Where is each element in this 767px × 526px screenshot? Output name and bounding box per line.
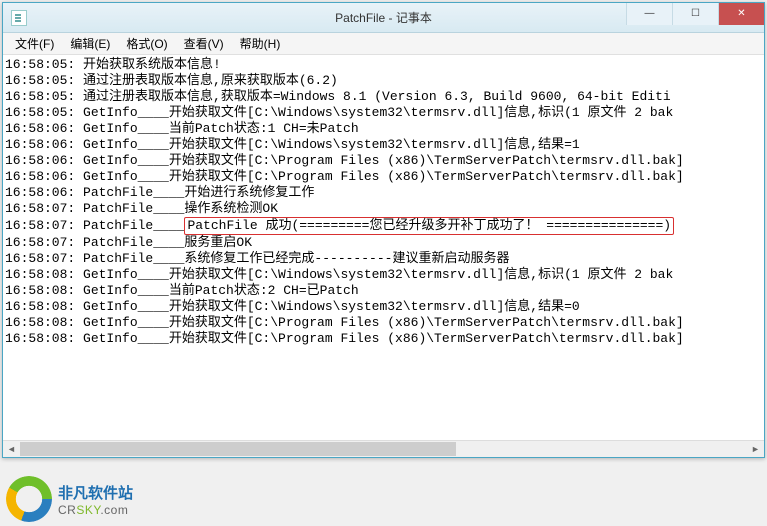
log-line: 16:58:08: GetInfo____开始获取文件[C:\Program F… <box>5 331 762 347</box>
logo-swirl-icon <box>6 476 52 522</box>
close-button[interactable]: ✕ <box>718 3 764 25</box>
notepad-window: PatchFile - 记事本 — ☐ ✕ 文件(F) 编辑(E) 格式(O) … <box>2 2 765 458</box>
scroll-thumb[interactable] <box>20 442 456 456</box>
watermark-logo: 非凡软件站 CRSKY.com <box>6 476 133 522</box>
log-line: 16:58:05: 开始获取系统版本信息! <box>5 57 762 73</box>
log-line: 16:58:06: PatchFile____开始进行系统修复工作 <box>5 185 762 201</box>
menu-bar: 文件(F) 编辑(E) 格式(O) 查看(V) 帮助(H) <box>3 33 764 55</box>
log-line-highlight: 16:58:07: PatchFile____PatchFile 成功(====… <box>5 217 762 235</box>
log-line: 16:58:05: 通过注册表取版本信息,原来获取版本(6.2) <box>5 73 762 89</box>
logo-cn: 非凡软件站 <box>58 482 133 503</box>
log-line: 16:58:05: GetInfo____开始获取文件[C:\Windows\s… <box>5 105 762 121</box>
log-line: 16:58:06: GetInfo____当前Patch状态:1 CH=未Pat… <box>5 121 762 137</box>
scroll-track[interactable] <box>20 441 747 457</box>
title-bar[interactable]: PatchFile - 记事本 — ☐ ✕ <box>3 3 764 33</box>
log-line: 16:58:06: GetInfo____开始获取文件[C:\Program F… <box>5 169 762 185</box>
text-content[interactable]: 16:58:05: 开始获取系统版本信息!16:58:05: 通过注册表取版本信… <box>3 55 764 440</box>
menu-edit[interactable]: 编辑(E) <box>62 34 118 54</box>
logo-en: CRSKY.com <box>58 503 133 517</box>
menu-file[interactable]: 文件(F) <box>7 34 62 54</box>
log-line: 16:58:07: PatchFile____操作系统检测OK <box>5 201 762 217</box>
menu-view[interactable]: 查看(V) <box>176 34 232 54</box>
window-title: PatchFile - 记事本 <box>335 9 432 26</box>
window-controls: — ☐ ✕ <box>626 3 764 25</box>
log-line: 16:58:05: 通过注册表取版本信息,获取版本=Windows 8.1 (V… <box>5 89 762 105</box>
editor-area[interactable]: 16:58:05: 开始获取系统版本信息!16:58:05: 通过注册表取版本信… <box>3 55 764 457</box>
log-line: 16:58:08: GetInfo____开始获取文件[C:\Program F… <box>5 315 762 331</box>
notepad-icon <box>11 10 27 26</box>
menu-help[interactable]: 帮助(H) <box>232 34 289 54</box>
log-line: 16:58:07: PatchFile____系统修复工作已经完成-------… <box>5 251 762 267</box>
menu-format[interactable]: 格式(O) <box>118 34 175 54</box>
log-line: 16:58:06: GetInfo____开始获取文件[C:\Program F… <box>5 153 762 169</box>
scroll-left-button[interactable]: ◄ <box>3 441 20 457</box>
logo-text: 非凡软件站 CRSKY.com <box>58 482 133 517</box>
minimize-button[interactable]: — <box>626 3 672 25</box>
scroll-right-button[interactable]: ► <box>747 441 764 457</box>
log-line: 16:58:08: GetInfo____开始获取文件[C:\Windows\s… <box>5 299 762 315</box>
scrollbar-horizontal[interactable]: ◄ ► <box>3 440 764 457</box>
maximize-button[interactable]: ☐ <box>672 3 718 25</box>
log-line: 16:58:08: GetInfo____当前Patch状态:2 CH=已Pat… <box>5 283 762 299</box>
success-highlight: PatchFile 成功(=========您已经升级多开补丁成功了！ ====… <box>184 217 674 235</box>
log-line: 16:58:06: GetInfo____开始获取文件[C:\Windows\s… <box>5 137 762 153</box>
log-line: 16:58:07: PatchFile____服务重启OK <box>5 235 762 251</box>
log-line: 16:58:08: GetInfo____开始获取文件[C:\Windows\s… <box>5 267 762 283</box>
